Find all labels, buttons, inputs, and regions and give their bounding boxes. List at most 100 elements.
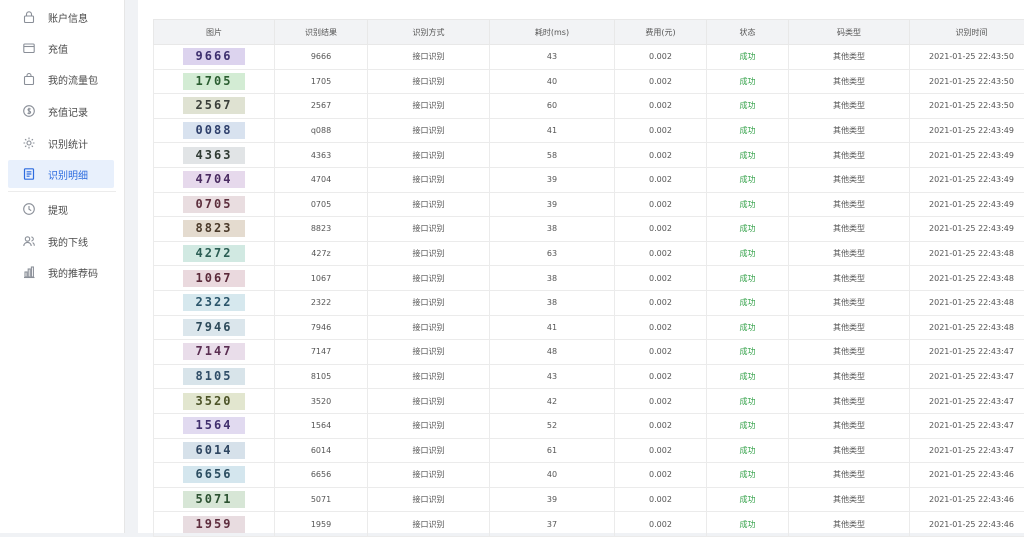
status-cell: 成功 xyxy=(707,143,789,168)
sidebar-item-8[interactable]: 我的推荐码 xyxy=(8,258,114,286)
captcha-image: 6656 xyxy=(183,466,245,483)
time-cell: 40 xyxy=(490,463,615,488)
method-cell: 接口识别 xyxy=(368,217,490,242)
time-cell: 39 xyxy=(490,192,615,217)
captcha-image-cell: 0088 xyxy=(154,118,275,143)
result-cell: 1705 xyxy=(275,69,368,94)
captcha-image: 0705 xyxy=(183,196,245,213)
datetime-cell: 2021-01-25 22:43:50 xyxy=(910,45,1024,70)
time-cell: 43 xyxy=(490,45,615,70)
result-cell: 5071 xyxy=(275,487,368,512)
cost-cell: 0.002 xyxy=(615,217,707,242)
captcha-image-cell: 4363 xyxy=(154,143,275,168)
sidebar-item-0[interactable]: 账户信息 xyxy=(8,3,114,31)
datetime-cell: 2021-01-25 22:43:47 xyxy=(910,413,1024,438)
datetime-cell: 2021-01-25 22:43:49 xyxy=(910,192,1024,217)
table-row: 66566656接口识别400.002成功其他类型2021-01-25 22:4… xyxy=(154,463,1024,488)
table-row: 0088q088接口识别410.002成功其他类型2021-01-25 22:4… xyxy=(154,118,1024,143)
status-cell: 成功 xyxy=(707,217,789,242)
method-cell: 接口识别 xyxy=(368,69,490,94)
sidebar-divider xyxy=(8,191,116,192)
status-cell: 成功 xyxy=(707,438,789,463)
method-cell: 接口识别 xyxy=(368,487,490,512)
datetime-cell: 2021-01-25 22:43:48 xyxy=(910,266,1024,291)
table-row: 4272427z接口识别630.002成功其他类型2021-01-25 22:4… xyxy=(154,241,1024,266)
sidebar-item-7[interactable]: 我的下线 xyxy=(8,227,114,255)
datetime-cell: 2021-01-25 22:43:47 xyxy=(910,364,1024,389)
result-cell: 7946 xyxy=(275,315,368,340)
code-type-cell: 其他类型 xyxy=(789,167,910,192)
captcha-image: 6014 xyxy=(183,442,245,459)
time-cell: 58 xyxy=(490,143,615,168)
time-cell: 38 xyxy=(490,217,615,242)
captcha-image-cell: 8105 xyxy=(154,364,275,389)
column-header-7: 识别时间 xyxy=(910,20,1024,45)
status-cell: 成功 xyxy=(707,413,789,438)
result-cell: 7147 xyxy=(275,340,368,365)
datetime-cell: 2021-01-25 22:43:50 xyxy=(910,94,1024,119)
sidebar-item-6[interactable]: 提现 xyxy=(8,195,114,223)
method-cell: 接口识别 xyxy=(368,45,490,70)
gear-icon xyxy=(22,136,36,150)
result-cell: 3520 xyxy=(275,389,368,414)
code-type-cell: 其他类型 xyxy=(789,340,910,365)
method-cell: 接口识别 xyxy=(368,266,490,291)
method-cell: 接口识别 xyxy=(368,438,490,463)
table-row: 17051705接口识别400.002成功其他类型2021-01-25 22:4… xyxy=(154,69,1024,94)
users-icon xyxy=(22,234,36,248)
method-cell: 接口识别 xyxy=(368,94,490,119)
result-cell: 1067 xyxy=(275,266,368,291)
datetime-cell: 2021-01-25 22:43:47 xyxy=(910,389,1024,414)
captcha-image: 2567 xyxy=(183,97,245,114)
datetime-cell: 2021-01-25 22:43:46 xyxy=(910,487,1024,512)
cost-cell: 0.002 xyxy=(615,266,707,291)
captcha-image: 4363 xyxy=(183,147,245,164)
captcha-image: 1705 xyxy=(183,73,245,90)
captcha-image-cell: 8823 xyxy=(154,217,275,242)
sidebar-item-label: 我的流量包 xyxy=(48,72,98,87)
sidebar-item-4[interactable]: 识别统计 xyxy=(8,129,114,157)
sidebar-item-2[interactable]: 我的流量包 xyxy=(8,65,114,93)
sidebar-item-3[interactable]: 充值记录 xyxy=(8,97,114,125)
time-cell: 38 xyxy=(490,290,615,315)
status-cell: 成功 xyxy=(707,463,789,488)
code-type-cell: 其他类型 xyxy=(789,118,910,143)
column-header-1: 识别结果 xyxy=(275,20,368,45)
table-header-row: 图片识别结果识别方式耗时(ms)费用(元)状态码类型识别时间 xyxy=(154,20,1024,45)
time-cell: 63 xyxy=(490,241,615,266)
captcha-image-cell: 4272 xyxy=(154,241,275,266)
status-cell: 成功 xyxy=(707,290,789,315)
datetime-cell: 2021-01-25 22:43:49 xyxy=(910,118,1024,143)
captcha-image-cell: 3520 xyxy=(154,389,275,414)
time-cell: 42 xyxy=(490,389,615,414)
sidebar-item-label: 提现 xyxy=(48,202,68,217)
cost-cell: 0.002 xyxy=(615,241,707,266)
column-header-0: 图片 xyxy=(154,20,275,45)
captcha-image-cell: 4704 xyxy=(154,167,275,192)
sidebar-item-1[interactable]: 充值 xyxy=(8,34,114,62)
result-cell: 0705 xyxy=(275,192,368,217)
code-type-cell: 其他类型 xyxy=(789,438,910,463)
cost-cell: 0.002 xyxy=(615,438,707,463)
code-type-cell: 其他类型 xyxy=(789,463,910,488)
time-cell: 60 xyxy=(490,94,615,119)
sidebar-item-5[interactable]: 识别明细 xyxy=(8,160,114,188)
status-cell: 成功 xyxy=(707,315,789,340)
code-type-cell: 其他类型 xyxy=(789,45,910,70)
status-cell: 成功 xyxy=(707,389,789,414)
column-header-2: 识别方式 xyxy=(368,20,490,45)
result-cell: 4704 xyxy=(275,167,368,192)
time-cell: 61 xyxy=(490,438,615,463)
method-cell: 接口识别 xyxy=(368,315,490,340)
sidebar-item-label: 充值 xyxy=(48,41,68,56)
method-cell: 接口识别 xyxy=(368,143,490,168)
code-type-cell: 其他类型 xyxy=(789,266,910,291)
time-cell: 39 xyxy=(490,167,615,192)
captcha-image: 9666 xyxy=(183,48,245,65)
time-cell: 39 xyxy=(490,487,615,512)
result-cell: 2567 xyxy=(275,94,368,119)
code-type-cell: 其他类型 xyxy=(789,389,910,414)
status-cell: 成功 xyxy=(707,94,789,119)
status-cell: 成功 xyxy=(707,487,789,512)
status-cell: 成功 xyxy=(707,167,789,192)
